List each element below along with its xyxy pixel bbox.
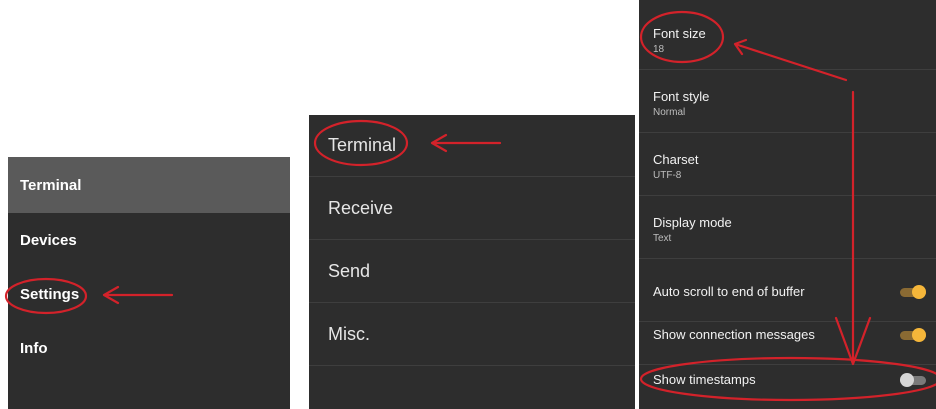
pref-title: Font style: [653, 89, 710, 104]
pref-title: Auto scroll to end of buffer: [653, 284, 805, 299]
drawer-item-info[interactable]: Info: [8, 321, 290, 375]
drawer-item-terminal[interactable]: Terminal: [8, 157, 290, 213]
drawer-item-label: Settings: [20, 285, 80, 303]
category-send[interactable]: Send: [309, 241, 635, 303]
pref-title: Show connection messages: [653, 327, 815, 342]
pref-title: Font size: [653, 26, 706, 41]
pref-title: Charset: [653, 152, 699, 167]
toggle-thumb: [900, 373, 914, 387]
navigation-drawer: Terminal Devices Settings Info: [8, 157, 290, 409]
category-label: Send: [328, 261, 371, 281]
pref-title: Show timestamps: [653, 372, 756, 387]
category-label: Misc.: [328, 324, 370, 344]
timestamps-toggle[interactable]: [900, 373, 926, 387]
pref-font-style[interactable]: Font style Normal: [639, 71, 936, 133]
toggle-thumb: [912, 328, 926, 342]
pref-summary: 18: [653, 44, 665, 55]
pref-display-mode[interactable]: Display mode Text: [639, 197, 936, 259]
pref-font-size[interactable]: Font size 18: [639, 8, 936, 70]
auto-scroll-toggle[interactable]: [900, 285, 926, 299]
pref-title: Display mode: [653, 215, 732, 230]
pref-summary: Normal: [653, 107, 686, 118]
terminal-settings-list: Font size 18 Font style Normal Charset U…: [639, 0, 936, 409]
drawer-item-devices[interactable]: Devices: [8, 213, 290, 267]
pref-summary: UTF-8: [653, 170, 682, 181]
category-label: Terminal: [328, 135, 397, 155]
category-terminal[interactable]: Terminal: [309, 115, 635, 177]
pref-summary: Text: [653, 233, 672, 244]
settings-category-list: Terminal Receive Send Misc.: [309, 115, 635, 409]
toggle-thumb: [912, 285, 926, 299]
category-receive[interactable]: Receive: [309, 178, 635, 240]
drawer-item-label: Devices: [20, 231, 77, 249]
connection-messages-toggle[interactable]: [900, 328, 926, 342]
drawer-item-settings[interactable]: Settings: [8, 267, 290, 321]
category-label: Receive: [328, 198, 394, 218]
pref-timestamps[interactable]: Show timestamps: [639, 348, 936, 409]
drawer-item-label: Info: [20, 339, 48, 357]
pref-charset[interactable]: Charset UTF-8: [639, 134, 936, 196]
category-misc[interactable]: Misc.: [309, 304, 635, 366]
drawer-item-label: Terminal: [20, 176, 82, 194]
